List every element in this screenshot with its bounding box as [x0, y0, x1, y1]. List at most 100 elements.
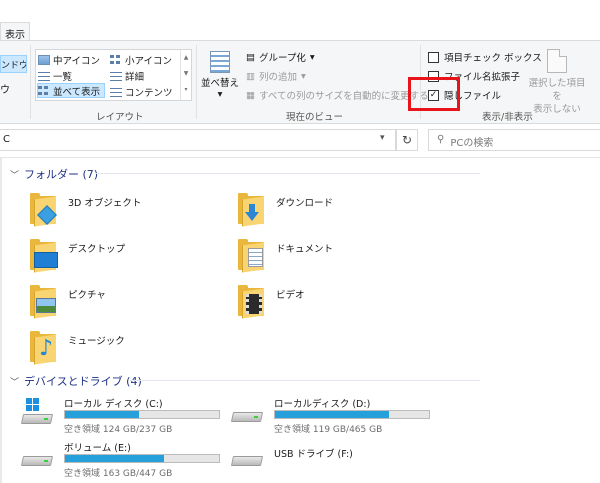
layout-details[interactable]: 詳細 — [110, 68, 144, 83]
folder-name: 3D オブジェクト — [68, 198, 142, 209]
hide-selected-items-button[interactable]: 選択した項目を 表示しない — [524, 49, 590, 116]
ribbon-tab-bar: 表示 — [0, 0, 600, 41]
drive-usage-bar — [64, 410, 220, 419]
pane-button[interactable]: ンドウ — [0, 55, 27, 73]
show-hide-group-label: 表示/非表示 — [482, 112, 533, 123]
large-icons-icon — [38, 54, 50, 65]
drive-name: ローカルディスク (D:) — [274, 399, 371, 410]
layout-group-label: レイアウト — [96, 112, 144, 123]
add-columns-button[interactable]: ▥ 列の追加 ▾ — [246, 68, 306, 84]
drives-section-header[interactable]: ﹀ デバイスとドライブ (4) — [10, 373, 142, 389]
layout-item-label: 中アイコン — [53, 55, 101, 67]
tiles-icon — [38, 85, 50, 96]
tab-view[interactable]: 表示 — [0, 22, 30, 41]
folders-section-title: フォルダー (7) — [24, 168, 99, 181]
section-divider — [130, 380, 480, 381]
content-icon — [110, 86, 122, 97]
layout-item-label: 一覧 — [53, 71, 73, 83]
folder-videos[interactable]: ビデオ — [236, 284, 436, 328]
hard-drive-icon — [20, 446, 54, 468]
drive-usage-bar — [64, 454, 220, 463]
hide-selected-label-1: 選択した項目を — [528, 78, 586, 102]
hard-drive-icon — [230, 402, 264, 424]
add-columns-label: 列の追加 — [258, 72, 297, 83]
address-bar[interactable]: C — [0, 129, 396, 151]
folders-section-header[interactable]: ﹀ フォルダー (7) — [10, 166, 98, 182]
hide-selected-label-2: 表示しない — [533, 104, 581, 115]
drive-name: ローカル ディスク (C:) — [64, 399, 163, 410]
sort-by-button[interactable]: 並べ替え ▾ — [200, 47, 240, 105]
folder-name: ピクチャ — [68, 290, 106, 301]
folder-name: ダウンロード — [276, 198, 334, 209]
chevron-down-icon: ﹀ — [10, 170, 20, 181]
folder-documents[interactable]: ドキュメント — [236, 238, 436, 282]
small-icons-icon — [110, 54, 122, 65]
folder-name: ドキュメント — [276, 244, 334, 255]
folder-desktop[interactable]: デスクトップ — [28, 238, 228, 282]
drive-usage-bar — [274, 410, 430, 419]
search-icon: ⚲ — [437, 134, 445, 145]
drives-section-title: デバイスとドライブ (4) — [24, 375, 142, 388]
folder-desktop-icon — [28, 238, 58, 273]
folder-pictures[interactable]: ピクチャ — [28, 284, 228, 328]
layout-item-label: 詳細 — [125, 71, 145, 83]
search-input[interactable]: ⚲ PCの検索 — [428, 129, 600, 151]
refresh-icon: ↻ — [401, 133, 413, 147]
document-icon — [547, 49, 567, 73]
layout-item-label: 並べて表示 — [53, 86, 101, 98]
sort-icon — [210, 51, 230, 73]
chevron-down-icon: ▾ — [217, 89, 223, 100]
usb-drive-icon — [230, 446, 264, 468]
drive-free-space: 空き領域 124 GB/237 GB — [64, 425, 173, 435]
layout-content[interactable]: コンテンツ — [110, 84, 173, 99]
folder-music[interactable]: ♪ ミュージック — [28, 330, 228, 374]
item-checkboxes-checkbox[interactable] — [428, 51, 439, 63]
search-placeholder: PCの検索 — [450, 138, 494, 149]
folder-documents-icon — [236, 238, 266, 273]
drive-name: ボリューム (E:) — [64, 443, 131, 454]
ribbon: ンドウ ウ 中アイコン 小アイコン 一覧 詳細 並べて表示 コンテンツ ▲ ▼ ▾ … — [0, 40, 600, 124]
address-path: C — [3, 134, 10, 145]
windows-drive-icon — [20, 398, 54, 424]
folder-pictures-icon — [28, 284, 58, 319]
navigation-pane-edge — [0, 158, 2, 483]
address-toolbar: C ▾ ↻ ⚲ PCの検索 — [0, 124, 600, 158]
folder-music-icon: ♪ — [28, 330, 58, 365]
layout-large-icons[interactable]: 中アイコン — [38, 52, 100, 67]
chevron-down-icon[interactable]: ▾ — [380, 133, 385, 143]
add-columns-icon: ▥ — [246, 70, 255, 82]
layout-small-icons[interactable]: 小アイコン — [110, 52, 172, 67]
gallery-scroll-arrows[interactable]: ▲ ▼ ▾ — [180, 50, 191, 100]
drive-c[interactable]: ローカル ディスク (C:) 空き領域 124 GB/237 GB — [20, 396, 227, 436]
folder-videos-icon — [236, 284, 266, 319]
size-columns-label: すべての列のサイズを自動的に変更する — [258, 91, 429, 102]
layout-tiles[interactable]: 並べて表示 — [37, 83, 105, 98]
size-all-columns-button[interactable]: ▦ すべての列のサイズを自動的に変更する — [246, 87, 429, 103]
sort-by-label: 並べ替え — [200, 78, 239, 89]
drive-f[interactable]: USB ドライブ (F:) — [230, 440, 437, 480]
folder-3d-objects-icon — [28, 192, 58, 227]
group-separator — [196, 45, 197, 119]
group-by-label: グループ化 — [258, 53, 306, 64]
folder-3d-objects[interactable]: 3D オブジェクト — [28, 192, 228, 236]
chevron-down-icon: ▾ — [301, 70, 306, 82]
layout-gallery[interactable]: 中アイコン 小アイコン 一覧 詳細 並べて表示 コンテンツ ▲ ▼ ▾ — [35, 49, 192, 101]
drive-name: USB ドライブ (F:) — [274, 449, 353, 460]
layout-item-label: コンテンツ — [125, 87, 173, 99]
refresh-button[interactable]: ↻ — [396, 129, 418, 151]
drive-free-space: 空き領域 119 GB/465 GB — [274, 425, 383, 435]
layout-item-label: 小アイコン — [125, 55, 173, 67]
folder-downloads[interactable]: ダウンロード — [236, 192, 436, 236]
drive-e[interactable]: ボリューム (E:) 空き領域 163 GB/447 GB — [20, 440, 227, 480]
drive-d[interactable]: ローカルディスク (D:) 空き領域 119 GB/465 GB — [230, 396, 437, 436]
current-view-group-label: 現在のビュー — [286, 112, 344, 123]
group-separator — [30, 45, 31, 119]
folder-name: デスクトップ — [68, 244, 126, 255]
folder-name: ビデオ — [276, 290, 305, 301]
drive-free-space: 空き領域 163 GB/447 GB — [64, 469, 173, 479]
group-by-icon: ▤ — [246, 51, 255, 63]
layout-list[interactable]: 一覧 — [38, 68, 72, 83]
size-columns-icon: ▦ — [246, 89, 255, 101]
highlight-box — [408, 77, 460, 111]
group-by-button[interactable]: ▤ グループ化 ▾ — [246, 49, 315, 65]
